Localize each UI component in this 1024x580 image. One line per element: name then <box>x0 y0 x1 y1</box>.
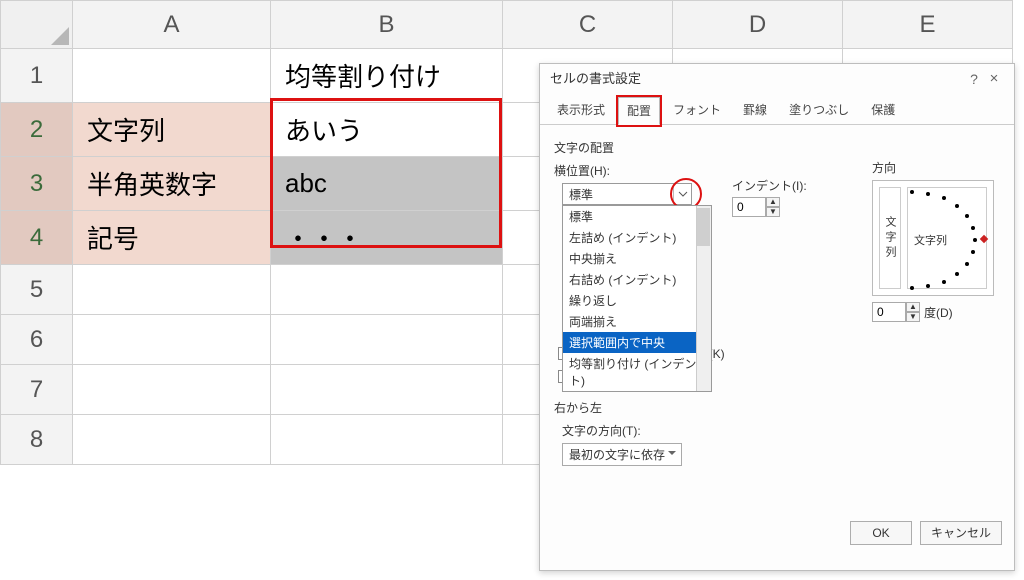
orientation-degree-stepper[interactable]: ▲ ▼ <box>872 302 920 322</box>
row-header[interactable]: 3 <box>1 157 73 211</box>
orientation-tick <box>971 250 975 254</box>
cell[interactable]: 半角英数字 <box>73 157 271 211</box>
indent-label: インデント(I): <box>732 177 807 194</box>
column-header[interactable]: C <box>503 1 673 49</box>
column-header[interactable]: E <box>843 1 1013 49</box>
tab-5[interactable]: 保護 <box>862 96 904 124</box>
orientation-tick <box>965 262 969 266</box>
text-direction-select[interactable]: 最初の文字に依存 <box>562 443 682 466</box>
close-icon[interactable]: × <box>984 64 1004 94</box>
cancel-button[interactable]: キャンセル <box>920 521 1002 545</box>
orientation-handle[interactable] <box>980 235 988 243</box>
row-header[interactable]: 8 <box>1 415 73 465</box>
cell[interactable] <box>73 365 271 415</box>
rtl-group-label: 右から左 <box>554 399 1000 416</box>
format-cells-dialog: セルの書式設定 ? × 表示形式配置フォント罫線塗りつぶし保護 文字の配置 横位… <box>539 63 1015 571</box>
cell[interactable]: ・・・ <box>271 211 503 265</box>
orientation-tick <box>910 190 914 194</box>
dialog-tabs: 表示形式配置フォント罫線塗りつぶし保護 <box>540 94 1014 125</box>
tab-4[interactable]: 塗りつぶし <box>780 96 858 124</box>
halign-dropdown[interactable]: 標準 標準左詰め (インデント)中央揃え右詰め (インデント)繰り返し両端揃え選… <box>562 183 692 205</box>
cell[interactable] <box>73 49 271 103</box>
halign-option[interactable]: 均等割り付け (インデント) <box>563 353 711 391</box>
orientation-arc[interactable]: 文字列 <box>907 187 987 289</box>
scrollbar-thumb[interactable] <box>697 208 710 246</box>
cell[interactable] <box>73 265 271 315</box>
text-direction-value: 最初の文字に依存 <box>569 446 665 463</box>
cell[interactable] <box>271 365 503 415</box>
row-header[interactable]: 2 <box>1 103 73 157</box>
cell[interactable]: あいう <box>271 103 503 157</box>
degree-up-icon[interactable]: ▲ <box>906 302 920 312</box>
row-header[interactable]: 7 <box>1 365 73 415</box>
indent-up-icon[interactable]: ▲ <box>766 197 780 207</box>
tab-0[interactable]: 表示形式 <box>548 96 614 124</box>
orientation-tick <box>955 272 959 276</box>
dialog-title: セルの書式設定 <box>550 64 964 94</box>
indent-input[interactable] <box>732 197 766 217</box>
halign-option[interactable]: 両端揃え <box>563 311 711 332</box>
tab-1[interactable]: 配置 <box>618 97 660 125</box>
halign-dropdown-box[interactable]: 標準 <box>562 183 692 205</box>
row-header[interactable]: 1 <box>1 49 73 103</box>
orientation-tick <box>971 226 975 230</box>
cell[interactable] <box>271 415 503 465</box>
indent-down-icon[interactable]: ▼ <box>766 207 780 217</box>
column-header[interactable]: D <box>673 1 843 49</box>
column-header[interactable]: B <box>271 1 503 49</box>
row-header[interactable]: 6 <box>1 315 73 365</box>
cell[interactable] <box>73 315 271 365</box>
orientation-degree-input[interactable] <box>872 302 906 322</box>
ok-button[interactable]: OK <box>850 521 912 545</box>
cell[interactable]: abc <box>271 157 503 211</box>
text-direction-label: 文字の方向(T): <box>562 422 1000 439</box>
row-header[interactable]: 4 <box>1 211 73 265</box>
orientation-control[interactable]: 文字列 文字列 <box>872 180 994 296</box>
halign-options-list[interactable]: 標準左詰め (インデント)中央揃え右詰め (インデント)繰り返し両端揃え選択範囲… <box>562 205 712 392</box>
orientation-tick <box>965 214 969 218</box>
orientation-tick <box>926 284 930 288</box>
alignment-group-label: 文字の配置 <box>554 139 1000 156</box>
select-all-corner[interactable] <box>1 1 73 49</box>
cell[interactable]: 文字列 <box>73 103 271 157</box>
halign-option[interactable]: 中央揃え <box>563 248 711 269</box>
orientation-tick <box>955 204 959 208</box>
help-icon[interactable]: ? <box>964 64 984 94</box>
column-header[interactable]: A <box>73 1 271 49</box>
halign-option[interactable]: 繰り返し <box>563 290 711 311</box>
halign-value: 標準 <box>563 186 673 203</box>
cell[interactable] <box>73 415 271 465</box>
orientation-vertical-text[interactable]: 文字列 <box>879 187 901 289</box>
row-header[interactable]: 5 <box>1 265 73 315</box>
halign-option[interactable]: 左詰め (インデント) <box>563 227 711 248</box>
tab-3[interactable]: 罫線 <box>734 96 776 124</box>
halign-option[interactable]: 右詰め (インデント) <box>563 269 711 290</box>
scrollbar[interactable] <box>696 206 711 391</box>
cell[interactable]: 均等割り付け <box>271 49 503 103</box>
orientation-tick <box>910 286 914 290</box>
halign-option[interactable]: 標準 <box>563 206 711 227</box>
indent-stepper[interactable]: ▲ ▼ <box>732 197 780 217</box>
orientation-horiz-text: 文字列 <box>914 232 947 248</box>
degree-unit-label: 度(D) <box>924 304 953 321</box>
orientation-tick <box>926 192 930 196</box>
orientation-tick <box>942 280 946 284</box>
cell[interactable] <box>271 315 503 365</box>
cell[interactable] <box>271 265 503 315</box>
chevron-down-icon[interactable] <box>673 184 691 204</box>
degree-down-icon[interactable]: ▼ <box>906 312 920 322</box>
orientation-tick <box>973 238 977 242</box>
dialog-titlebar[interactable]: セルの書式設定 ? × <box>540 64 1014 94</box>
halign-option[interactable]: 選択範囲内で中央 <box>563 332 711 353</box>
orientation-label: 方向 <box>872 159 1000 176</box>
orientation-tick <box>942 196 946 200</box>
cell[interactable]: 記号 <box>73 211 271 265</box>
tab-2[interactable]: フォント <box>664 96 730 124</box>
